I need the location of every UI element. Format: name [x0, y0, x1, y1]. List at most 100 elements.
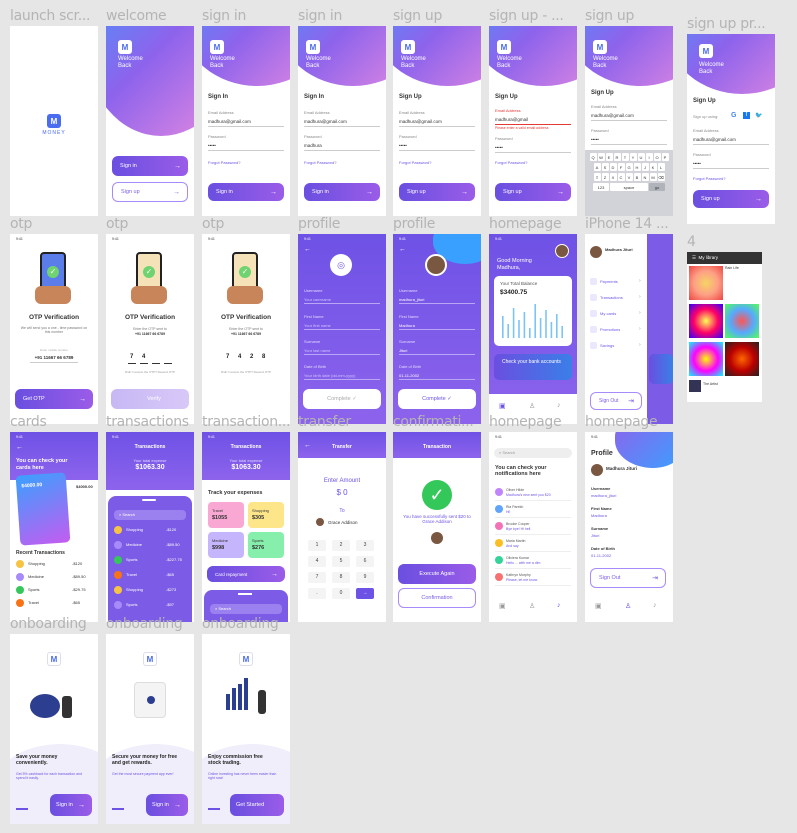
- avatar[interactable]: [425, 254, 447, 276]
- twitter-icon[interactable]: 🐦: [755, 112, 762, 119]
- keyboard-key-d[interactable]: D: [609, 163, 617, 171]
- search-input[interactable]: ⌕ Search: [114, 510, 186, 520]
- otp-digit-2[interactable]: 4: [142, 354, 145, 360]
- phone-input[interactable]: +91 11667 66 6789: [10, 355, 98, 360]
- keyboard-123-key[interactable]: 123: [593, 183, 609, 191]
- keyboard-key-m[interactable]: M: [649, 173, 657, 181]
- get-started-button[interactable]: Get Started: [230, 794, 284, 816]
- menu-item-transactions[interactable]: Transactions: [600, 295, 623, 300]
- library-image-1[interactable]: [689, 266, 723, 300]
- keyboard-key-o[interactable]: O: [653, 153, 661, 161]
- check-accounts-card[interactable]: Check your bank accounts: [494, 354, 572, 380]
- google-icon[interactable]: G: [731, 112, 736, 119]
- otp-digit-2[interactable]: 4: [238, 354, 241, 360]
- keyboard-key-⇧[interactable]: ⇧: [593, 173, 601, 181]
- keypad-key-9[interactable]: 9: [356, 572, 374, 583]
- amount-display[interactable]: $ 0: [298, 488, 386, 497]
- first-name-input[interactable]: Madhura: [399, 323, 415, 328]
- notification-message[interactable]: Hello ... with me a dim: [506, 561, 540, 565]
- keypad-key-4[interactable]: 4: [308, 556, 326, 567]
- email-field[interactable]: madhura@gmail.com: [693, 137, 736, 142]
- keyboard-key-c[interactable]: C: [617, 173, 625, 181]
- first-name-input[interactable]: Your first name: [304, 323, 331, 328]
- dob-input[interactable]: 01-11-2002: [399, 373, 419, 378]
- keyboard-space-key[interactable]: space: [610, 183, 648, 191]
- notification-message[interactable]: And say: [506, 544, 519, 548]
- search-input[interactable]: ⌕ Search: [210, 604, 282, 614]
- keypad-key-1[interactable]: 1: [308, 540, 326, 551]
- signup-button[interactable]: Sign up →: [112, 182, 188, 202]
- bell-icon[interactable]: ♪: [557, 402, 561, 409]
- complete-button[interactable]: Complete ✓: [303, 389, 381, 409]
- password-field[interactable]: madhura: [304, 143, 322, 148]
- keyboard-key-h[interactable]: H: [633, 163, 641, 171]
- keyboard-key-q[interactable]: Q: [589, 153, 597, 161]
- keyboard-key-u[interactable]: U: [637, 153, 645, 161]
- keyboard-key-i[interactable]: I: [645, 153, 653, 161]
- keyboard-key-g[interactable]: G: [625, 163, 633, 171]
- bell-icon[interactable]: ♪: [653, 602, 657, 609]
- password-field[interactable]: •••••: [495, 145, 503, 150]
- execute-again-button[interactable]: Execute Again: [398, 564, 476, 584]
- keyboard-key-p[interactable]: P: [661, 153, 669, 161]
- notification-message[interactable]: Madhura's new sent you $20: [506, 493, 551, 497]
- keypad-key-0[interactable]: 0: [332, 588, 350, 599]
- wallet-icon[interactable]: ▣: [595, 602, 602, 610]
- password-field[interactable]: •••••: [693, 161, 701, 166]
- avatar[interactable]: [555, 244, 569, 258]
- email-field[interactable]: madhura@gmail.com: [304, 119, 347, 124]
- otp-digit-1[interactable]: 7: [226, 354, 229, 360]
- transaction-name[interactable]: Travel: [126, 572, 137, 577]
- transaction-name[interactable]: Sports: [126, 557, 138, 562]
- notification-message[interactable]: Bye bye! Hi hell: [506, 527, 530, 531]
- dob-input[interactable]: Your birth date (dd-mm-yyyy): [304, 373, 355, 378]
- signin-submit-button[interactable]: Sign in →: [208, 183, 284, 201]
- password-field[interactable]: •••••: [591, 137, 599, 142]
- transaction-name[interactable]: Shopping: [126, 587, 143, 592]
- sign-out-button[interactable]: Sign Out ⇥: [590, 568, 666, 588]
- signup-submit-button[interactable]: Sign up →: [693, 190, 769, 208]
- keyboard-key-k[interactable]: K: [649, 163, 657, 171]
- expense-tile-sports[interactable]: Sports $276: [248, 532, 284, 558]
- notification-message[interactable]: Please, let me know: [506, 578, 537, 582]
- keypad-key-6[interactable]: 6: [356, 556, 374, 567]
- email-field[interactable]: madhura@gmail: [495, 117, 528, 122]
- expense-tile-shopping[interactable]: Shopping $305: [248, 502, 284, 528]
- forgot-password-link[interactable]: Forgot Password?: [399, 160, 431, 165]
- expense-tile-travel[interactable]: Travel $1055: [208, 502, 244, 528]
- camera-icon[interactable]: ◎: [330, 254, 352, 276]
- resend-otp-link[interactable]: Didn't receive the OTP? Resend OTP: [202, 370, 290, 374]
- back-arrow-icon[interactable]: ←: [399, 246, 406, 253]
- password-field[interactable]: •••••: [399, 143, 407, 148]
- profile-icon[interactable]: ♙: [529, 402, 535, 410]
- email-field[interactable]: madhura@gmail.com: [591, 113, 634, 118]
- facebook-icon[interactable]: f: [743, 112, 750, 119]
- complete-button[interactable]: Complete ✓: [398, 389, 476, 409]
- sign-out-button[interactable]: Sign Out ⇥: [590, 392, 642, 410]
- keyboard-key-a[interactable]: A: [593, 163, 601, 171]
- transaction-name[interactable]: Sports: [126, 602, 138, 607]
- keypad-key-dot[interactable]: .: [308, 588, 326, 599]
- otp-digit-4[interactable]: 8: [262, 354, 265, 360]
- otp-digit-1[interactable]: 7: [130, 354, 133, 360]
- keyboard-key-t[interactable]: T: [621, 153, 629, 161]
- keypad-key-submit[interactable]: →: [356, 588, 374, 599]
- forgot-password-link[interactable]: Forgot Password?: [208, 160, 240, 165]
- card-repayment-button[interactable]: Card repayment →: [207, 566, 285, 582]
- email-field[interactable]: madhura@gmail.com: [399, 119, 442, 124]
- resend-otp-link[interactable]: Didn't receive the OTP? Resend OTP: [106, 370, 194, 374]
- keypad-key-5[interactable]: 5: [332, 556, 350, 567]
- drag-handle[interactable]: [238, 593, 252, 595]
- otp-digit-3[interactable]: 2: [250, 354, 253, 360]
- confirmation-button[interactable]: Confirmation: [398, 588, 476, 608]
- transaction-name[interactable]: Shopping: [126, 527, 143, 532]
- forgot-password-link[interactable]: Forgot Password?: [495, 160, 527, 165]
- keyboard-key-b[interactable]: B: [633, 173, 641, 181]
- recipient-name[interactable]: Grace Addison: [328, 520, 358, 525]
- drag-handle[interactable]: [142, 499, 156, 501]
- onboarding-signin-button[interactable]: Sign in →: [146, 794, 188, 816]
- back-arrow-icon[interactable]: ←: [16, 444, 23, 451]
- signup-submit-button[interactable]: Sign up →: [399, 183, 475, 201]
- onboarding-signin-button[interactable]: Sign in →: [50, 794, 92, 816]
- signin-button[interactable]: Sign in →: [112, 156, 188, 176]
